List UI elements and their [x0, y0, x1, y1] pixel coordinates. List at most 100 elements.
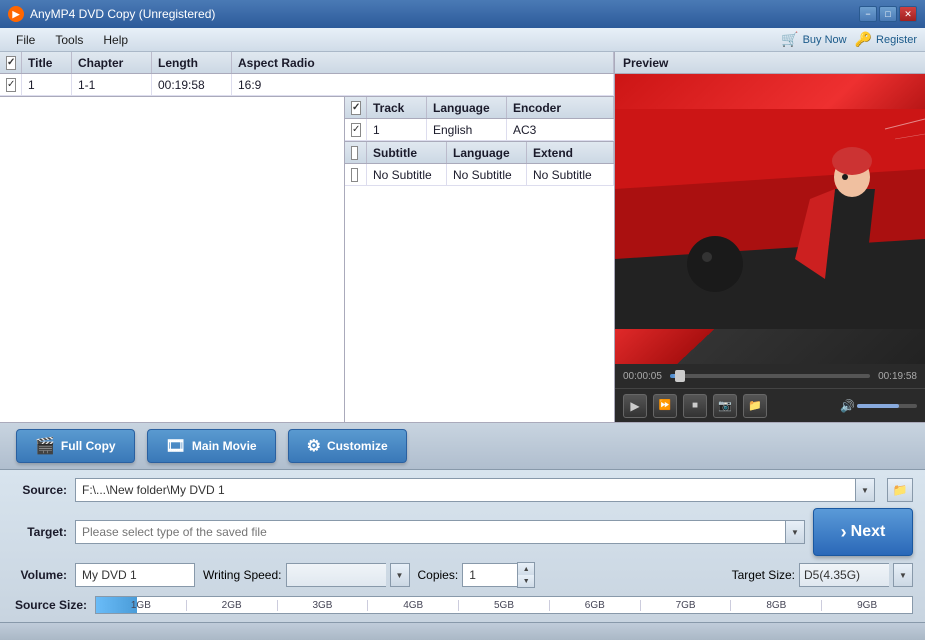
customize-label: Customize: [327, 439, 388, 453]
source-input-wrap: ▼: [75, 478, 875, 502]
preview-panel: Preview: [615, 52, 925, 422]
target-dropdown-button[interactable]: ▼: [785, 520, 805, 544]
preview-player-controls: ▶ ⏩ ■ 📷 📁 🔊: [615, 388, 925, 422]
film-icon-fullcopy: 🎬: [35, 436, 55, 456]
subtitle-table-header: Subtitle Language Extend: [345, 142, 614, 164]
audio-row-checkbox[interactable]: [351, 123, 361, 137]
target-next-row: Target: ▼ › Next: [12, 508, 913, 556]
target-input[interactable]: [75, 520, 785, 544]
target-size-dropdown[interactable]: ▼: [893, 563, 913, 587]
time-total: 00:19:58: [878, 371, 917, 382]
sub-col-subtitle: Subtitle: [367, 142, 447, 163]
preview-controls-bar: 00:00:05 00:19:58: [615, 364, 925, 388]
main-movie-label: Main Movie: [192, 439, 257, 453]
writing-speed-input[interactable]: [286, 563, 386, 587]
size-label-9gb: 9GB: [822, 600, 912, 611]
col-title: Title: [22, 52, 72, 73]
next-label: Next: [851, 523, 886, 541]
time-current: 00:00:05: [623, 371, 662, 382]
row-title: 1: [22, 74, 72, 95]
buy-now-button[interactable]: 🛒 Buy Now: [781, 31, 846, 48]
film-icon-mainmovie: 🎞: [166, 436, 186, 456]
left-panel: Title Chapter Length Aspect Radio 1 1-1 …: [0, 52, 615, 422]
minimize-button[interactable]: −: [859, 6, 877, 22]
copies-input[interactable]: [462, 563, 517, 587]
volume-input[interactable]: [75, 563, 195, 587]
copies-down-button[interactable]: ▼: [518, 575, 534, 587]
volume-slider[interactable]: [857, 404, 917, 408]
target-size-input[interactable]: [799, 563, 889, 587]
select-all-checkbox[interactable]: [6, 56, 16, 70]
col-chapter: Chapter: [72, 52, 152, 73]
source-dropdown-button[interactable]: ▼: [855, 478, 875, 502]
size-bar-row: Source Size: 1GB 2GB 3GB 4GB 5GB 6GB 7GB…: [12, 596, 913, 614]
volume-control[interactable]: 🔊: [840, 399, 917, 413]
stop-button[interactable]: ■: [683, 394, 707, 418]
menu-bar: File Tools Help 🛒 Buy Now 🔑 Register: [0, 28, 925, 52]
main-movie-button[interactable]: 🎞 Main Movie: [147, 429, 276, 463]
close-button[interactable]: ✕: [899, 6, 917, 22]
sub-select-all[interactable]: [351, 146, 358, 160]
menu-tools[interactable]: Tools: [47, 31, 91, 49]
col-check: [0, 52, 22, 73]
copies-up-button[interactable]: ▲: [518, 563, 534, 575]
gear-icon-customize: ⚙: [307, 436, 321, 456]
fast-forward-button[interactable]: ⏩: [653, 394, 677, 418]
audio-row[interactable]: 1 English AC3: [345, 119, 614, 141]
size-label-3gb: 3GB: [278, 600, 369, 611]
audio-table-header: Track Language Encoder: [345, 97, 614, 119]
size-label-1gb: 1GB: [96, 600, 187, 611]
copies-input-wrap: ▲ ▼: [462, 562, 535, 588]
title-text: AnyMP4 DVD Copy (Unregistered): [30, 7, 859, 21]
source-input[interactable]: [75, 478, 855, 502]
size-label-5gb: 5GB: [459, 600, 550, 611]
size-label-8gb: 8GB: [731, 600, 822, 611]
scene-svg: [615, 74, 925, 364]
maximize-button[interactable]: □: [879, 6, 897, 22]
col-length: Length: [152, 52, 232, 73]
menu-file[interactable]: File: [8, 31, 43, 49]
progress-bar[interactable]: [670, 374, 870, 378]
row-checkbox[interactable]: [6, 78, 16, 92]
menu-help[interactable]: Help: [95, 31, 136, 49]
audio-select-all[interactable]: [351, 101, 361, 115]
row-aspect: 16:9: [232, 74, 614, 95]
volume-label: Volume:: [12, 568, 67, 582]
full-copy-button[interactable]: 🎬 Full Copy: [16, 429, 135, 463]
action-buttons-bar: 🎬 Full Copy 🎞 Main Movie ⚙ Customize: [0, 422, 925, 470]
register-button[interactable]: 🔑 Register: [855, 31, 917, 48]
volume-row: Volume: Writing Speed: ▼ Copies: ▲ ▼ Tar…: [12, 562, 913, 588]
source-browse-button[interactable]: 📁: [887, 478, 913, 502]
copies-wrap: Copies: ▲ ▼: [418, 562, 536, 588]
source-size-label: Source Size:: [12, 598, 87, 612]
sub-row-extend: No Subtitle: [527, 164, 614, 185]
target-size-wrap: Target Size: ▼: [732, 563, 913, 587]
row-check[interactable]: [0, 74, 22, 95]
screenshot-button[interactable]: 📷: [713, 394, 737, 418]
play-button[interactable]: ▶: [623, 394, 647, 418]
video-row[interactable]: 1 1-1 00:19:58 16:9: [0, 74, 614, 96]
subtitle-table: Subtitle Language Extend No Subtitle No …: [345, 142, 614, 422]
target-size-label: Target Size:: [732, 568, 795, 582]
volume-input-wrap: [75, 563, 195, 587]
audio-col-lang: Language: [427, 97, 507, 118]
open-folder-button[interactable]: 📁: [743, 394, 767, 418]
writing-speed-dropdown[interactable]: ▼: [390, 563, 410, 587]
sub-col-check: [345, 142, 367, 163]
audio-table: Track Language Encoder 1 English AC3: [345, 97, 614, 142]
progress-thumb[interactable]: [675, 370, 685, 382]
target-row: Target: ▼: [12, 520, 805, 544]
key-icon: 🔑: [855, 31, 872, 48]
audio-row-check[interactable]: [345, 119, 367, 140]
sub-row-check[interactable]: [345, 164, 367, 185]
size-bar-container: 1GB 2GB 3GB 4GB 5GB 6GB 7GB 8GB 9GB: [95, 596, 913, 614]
source-row: Source: ▼ 📁: [12, 478, 913, 502]
subtitle-row[interactable]: No Subtitle No Subtitle No Subtitle: [345, 164, 614, 186]
video-table-header: Title Chapter Length Aspect Radio: [0, 52, 614, 74]
video-table: Title Chapter Length Aspect Radio 1 1-1 …: [0, 52, 614, 97]
customize-button[interactable]: ⚙ Customize: [288, 429, 407, 463]
volume-icon: 🔊: [840, 399, 855, 413]
full-copy-label: Full Copy: [61, 439, 116, 453]
next-button[interactable]: › Next: [813, 508, 913, 556]
sub-row-checkbox[interactable]: [351, 168, 358, 182]
